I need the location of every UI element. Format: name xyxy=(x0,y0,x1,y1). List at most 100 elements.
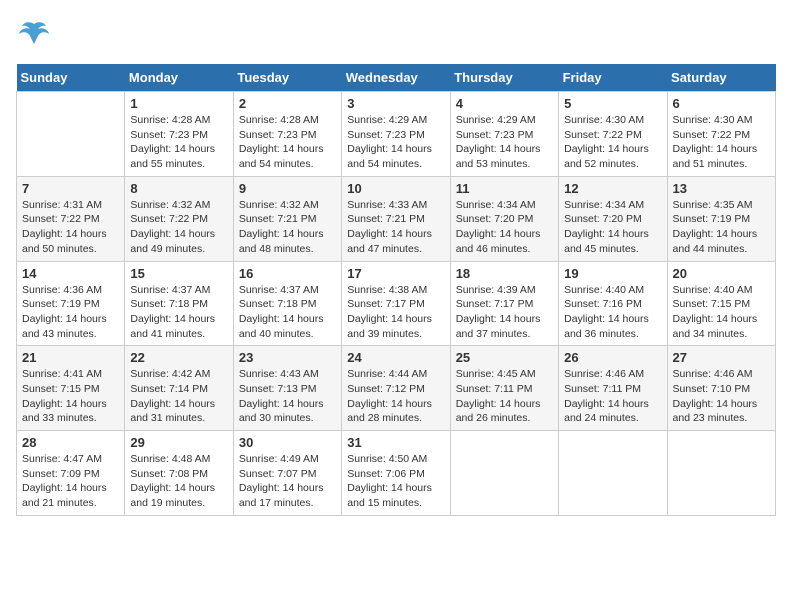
header-cell-friday: Friday xyxy=(559,64,667,92)
calendar-cell: 15 Sunrise: 4:37 AM Sunset: 7:18 PM Dayli… xyxy=(125,261,233,346)
calendar-cell: 29 Sunrise: 4:48 AM Sunset: 7:08 PM Dayli… xyxy=(125,431,233,516)
calendar-cell xyxy=(450,431,558,516)
logo xyxy=(16,16,56,52)
calendar-cell: 12Sunrise: 4:34 AM Sunset: 7:20 PM Dayli… xyxy=(559,176,667,261)
day-info: Sunrise: 4:37 AM Sunset: 7:18 PM Dayligh… xyxy=(130,283,227,342)
day-info: Sunrise: 4:32 AM Sunset: 7:22 PM Dayligh… xyxy=(130,198,227,257)
calendar-cell: 20Sunrise: 4:40 AM Sunset: 7:15 PM Dayli… xyxy=(667,261,775,346)
day-info: Sunrise: 4:42 AM Sunset: 7:14 PM Dayligh… xyxy=(130,367,227,426)
week-row-2: 7Sunrise: 4:31 AM Sunset: 7:22 PM Daylig… xyxy=(17,176,776,261)
day-number: 22 xyxy=(130,350,227,365)
day-info: Sunrise: 4:34 AM Sunset: 7:20 PM Dayligh… xyxy=(456,198,553,257)
calendar-cell: 30 Sunrise: 4:49 AM Sunset: 7:07 PM Dayli… xyxy=(233,431,341,516)
week-row-1: 1Sunrise: 4:28 AM Sunset: 7:23 PM Daylig… xyxy=(17,92,776,177)
day-info: Sunrise: 4:48 AM Sunset: 7:08 PM Dayligh… xyxy=(130,452,227,511)
calendar-cell: 16 Sunrise: 4:37 AM Sunset: 7:18 PM Dayli… xyxy=(233,261,341,346)
calendar-cell: 8 Sunrise: 4:32 AM Sunset: 7:22 PM Daylig… xyxy=(125,176,233,261)
calendar-cell: 1Sunrise: 4:28 AM Sunset: 7:23 PM Daylig… xyxy=(125,92,233,177)
day-number: 30 xyxy=(239,435,336,450)
day-info: Sunrise: 4:43 AM Sunset: 7:13 PM Dayligh… xyxy=(239,367,336,426)
calendar-cell: 22 Sunrise: 4:42 AM Sunset: 7:14 PM Dayli… xyxy=(125,346,233,431)
calendar-cell: 5 Sunrise: 4:30 AM Sunset: 7:22 PM Daylig… xyxy=(559,92,667,177)
calendar-cell: 6 Sunrise: 4:30 AM Sunset: 7:22 PM Daylig… xyxy=(667,92,775,177)
day-number: 13 xyxy=(673,181,770,196)
day-number: 21 xyxy=(22,350,119,365)
header-cell-tuesday: Tuesday xyxy=(233,64,341,92)
day-info: Sunrise: 4:45 AM Sunset: 7:11 PM Dayligh… xyxy=(456,367,553,426)
calendar-cell xyxy=(559,431,667,516)
day-info: Sunrise: 4:29 AM Sunset: 7:23 PM Dayligh… xyxy=(456,113,553,172)
calendar-cell xyxy=(667,431,775,516)
calendar-cell: 10 Sunrise: 4:33 AM Sunset: 7:21 PM Dayli… xyxy=(342,176,450,261)
day-number: 7 xyxy=(22,181,119,196)
day-number: 28 xyxy=(22,435,119,450)
day-number: 15 xyxy=(130,266,227,281)
day-info: Sunrise: 4:37 AM Sunset: 7:18 PM Dayligh… xyxy=(239,283,336,342)
day-number: 10 xyxy=(347,181,444,196)
day-number: 3 xyxy=(347,96,444,111)
calendar-cell: 21 Sunrise: 4:41 AM Sunset: 7:15 PM Dayli… xyxy=(17,346,125,431)
day-info: Sunrise: 4:36 AM Sunset: 7:19 PM Dayligh… xyxy=(22,283,119,342)
day-number: 6 xyxy=(673,96,770,111)
header-cell-thursday: Thursday xyxy=(450,64,558,92)
calendar-cell: 18 Sunrise: 4:39 AM Sunset: 7:17 PM Dayli… xyxy=(450,261,558,346)
day-number: 26 xyxy=(564,350,661,365)
calendar-cell: 9 Sunrise: 4:32 AM Sunset: 7:21 PM Daylig… xyxy=(233,176,341,261)
header-cell-monday: Monday xyxy=(125,64,233,92)
day-info: Sunrise: 4:46 AM Sunset: 7:11 PM Dayligh… xyxy=(564,367,661,426)
calendar-cell: 4 Sunrise: 4:29 AM Sunset: 7:23 PM Daylig… xyxy=(450,92,558,177)
week-row-4: 21 Sunrise: 4:41 AM Sunset: 7:15 PM Dayli… xyxy=(17,346,776,431)
calendar-cell: 26 Sunrise: 4:46 AM Sunset: 7:11 PM Dayli… xyxy=(559,346,667,431)
calendar-cell: 17Sunrise: 4:38 AM Sunset: 7:17 PM Dayli… xyxy=(342,261,450,346)
day-info: Sunrise: 4:28 AM Sunset: 7:23 PM Dayligh… xyxy=(239,113,336,172)
day-info: Sunrise: 4:28 AM Sunset: 7:23 PM Dayligh… xyxy=(130,113,227,172)
calendar-cell: 23 Sunrise: 4:43 AM Sunset: 7:13 PM Dayli… xyxy=(233,346,341,431)
calendar-table: SundayMondayTuesdayWednesdayThursdayFrid… xyxy=(16,64,776,516)
calendar-cell: 27Sunrise: 4:46 AM Sunset: 7:10 PM Dayli… xyxy=(667,346,775,431)
day-info: Sunrise: 4:39 AM Sunset: 7:17 PM Dayligh… xyxy=(456,283,553,342)
day-info: Sunrise: 4:49 AM Sunset: 7:07 PM Dayligh… xyxy=(239,452,336,511)
calendar-cell: 25 Sunrise: 4:45 AM Sunset: 7:11 PM Dayli… xyxy=(450,346,558,431)
day-number: 5 xyxy=(564,96,661,111)
calendar-cell: 3 Sunrise: 4:29 AM Sunset: 7:23 PM Daylig… xyxy=(342,92,450,177)
day-number: 23 xyxy=(239,350,336,365)
day-number: 24 xyxy=(347,350,444,365)
calendar-cell: 19Sunrise: 4:40 AM Sunset: 7:16 PM Dayli… xyxy=(559,261,667,346)
day-number: 8 xyxy=(130,181,227,196)
day-number: 18 xyxy=(456,266,553,281)
day-info: Sunrise: 4:50 AM Sunset: 7:06 PM Dayligh… xyxy=(347,452,444,511)
day-info: Sunrise: 4:32 AM Sunset: 7:21 PM Dayligh… xyxy=(239,198,336,257)
day-number: 4 xyxy=(456,96,553,111)
day-info: Sunrise: 4:41 AM Sunset: 7:15 PM Dayligh… xyxy=(22,367,119,426)
calendar-cell xyxy=(17,92,125,177)
day-number: 25 xyxy=(456,350,553,365)
calendar-cell: 2Sunrise: 4:28 AM Sunset: 7:23 PM Daylig… xyxy=(233,92,341,177)
day-info: Sunrise: 4:35 AM Sunset: 7:19 PM Dayligh… xyxy=(673,198,770,257)
day-info: Sunrise: 4:47 AM Sunset: 7:09 PM Dayligh… xyxy=(22,452,119,511)
calendar-cell: 7Sunrise: 4:31 AM Sunset: 7:22 PM Daylig… xyxy=(17,176,125,261)
calendar-cell: 13 Sunrise: 4:35 AM Sunset: 7:19 PM Dayli… xyxy=(667,176,775,261)
day-number: 9 xyxy=(239,181,336,196)
day-number: 11 xyxy=(456,181,553,196)
day-number: 31 xyxy=(347,435,444,450)
day-info: Sunrise: 4:44 AM Sunset: 7:12 PM Dayligh… xyxy=(347,367,444,426)
header-cell-sunday: Sunday xyxy=(17,64,125,92)
week-row-3: 14 Sunrise: 4:36 AM Sunset: 7:19 PM Dayli… xyxy=(17,261,776,346)
day-info: Sunrise: 4:30 AM Sunset: 7:22 PM Dayligh… xyxy=(564,113,661,172)
calendar-cell: 14 Sunrise: 4:36 AM Sunset: 7:19 PM Dayli… xyxy=(17,261,125,346)
day-info: Sunrise: 4:30 AM Sunset: 7:22 PM Dayligh… xyxy=(673,113,770,172)
day-number: 14 xyxy=(22,266,119,281)
day-number: 20 xyxy=(673,266,770,281)
week-row-5: 28 Sunrise: 4:47 AM Sunset: 7:09 PM Dayli… xyxy=(17,431,776,516)
day-info: Sunrise: 4:29 AM Sunset: 7:23 PM Dayligh… xyxy=(347,113,444,172)
day-info: Sunrise: 4:33 AM Sunset: 7:21 PM Dayligh… xyxy=(347,198,444,257)
calendar-cell: 24 Sunrise: 4:44 AM Sunset: 7:12 PM Dayli… xyxy=(342,346,450,431)
calendar-cell: 31 Sunrise: 4:50 AM Sunset: 7:06 PM Dayli… xyxy=(342,431,450,516)
calendar-cell: 28 Sunrise: 4:47 AM Sunset: 7:09 PM Dayli… xyxy=(17,431,125,516)
day-number: 29 xyxy=(130,435,227,450)
day-number: 16 xyxy=(239,266,336,281)
day-number: 17 xyxy=(347,266,444,281)
header-cell-wednesday: Wednesday xyxy=(342,64,450,92)
header-cell-saturday: Saturday xyxy=(667,64,775,92)
day-info: Sunrise: 4:34 AM Sunset: 7:20 PM Dayligh… xyxy=(564,198,661,257)
